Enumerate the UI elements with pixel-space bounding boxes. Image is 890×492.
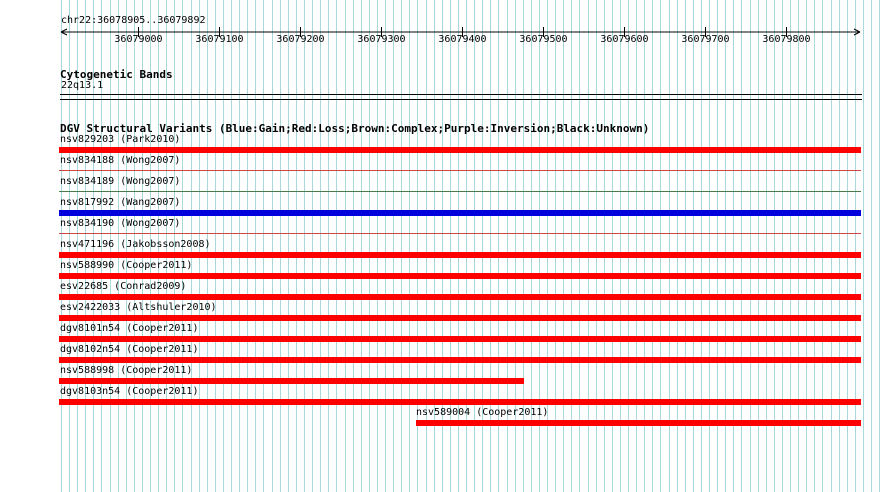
dgv-variant-bar[interactable] — [59, 315, 861, 321]
ruler-tick-label: 36079500 — [519, 34, 568, 45]
dgv-variant-bar[interactable] — [59, 399, 861, 405]
ruler-tick-label: 36079600 — [600, 34, 649, 45]
dgv-variant-label[interactable]: dgv8101n54 (Cooper2011) — [60, 323, 198, 335]
ruler-tick-label: 36079200 — [276, 34, 325, 45]
dgv-variant-bar[interactable] — [59, 294, 861, 300]
dgv-variant-bar[interactable] — [59, 378, 524, 384]
cytoband-line-bottom — [60, 99, 862, 100]
dgv-variant-bar[interactable] — [59, 336, 861, 342]
ruler-tick-label: 36079400 — [438, 34, 487, 45]
dgv-variant-bar[interactable] — [59, 273, 861, 279]
cytoband-label[interactable]: 22q13.1 — [61, 80, 103, 92]
dgv-variant-label[interactable]: dgv8102n54 (Cooper2011) — [60, 344, 198, 356]
dgv-variant-label[interactable]: nsv588998 (Cooper2011) — [60, 365, 192, 377]
dgv-variant-label[interactable]: nsv817992 (Wang2007) — [60, 197, 180, 209]
dgv-variant-label[interactable]: nsv471196 (Jakobsson2008) — [60, 239, 211, 251]
dgv-variant-label[interactable]: nsv834189 (Wong2007) — [60, 176, 180, 188]
dgv-variant-label[interactable]: nsv588990 (Cooper2011) — [60, 260, 192, 272]
ruler-tick-label: 36079000 — [114, 34, 163, 45]
dgv-variant-label[interactable]: dgv8103n54 (Cooper2011) — [60, 386, 198, 398]
genome-browser-panel: chr22:36078905..36079892 36079000 3607910… — [0, 0, 890, 492]
dgv-variant-separator — [59, 191, 861, 192]
dgv-variant-separator — [59, 170, 861, 171]
ruler-tick-label: 36079700 — [681, 34, 730, 45]
dgv-variant-label[interactable]: nsv834190 (Wong2007) — [60, 218, 180, 230]
dgv-variant-bar[interactable] — [59, 252, 861, 258]
dgv-variant-bar[interactable] — [59, 147, 861, 153]
ruler-tick-label: 36079800 — [762, 34, 811, 45]
dgv-variant-bar[interactable] — [59, 357, 861, 363]
dgv-variant-label[interactable]: esv22685 (Conrad2009) — [60, 281, 186, 293]
dgv-variant-label[interactable]: nsv829203 (Park2010) — [60, 134, 180, 146]
dgv-variant-bar[interactable] — [416, 420, 861, 426]
dgv-variant-label[interactable]: nsv589004 (Cooper2011) — [416, 407, 548, 419]
ruler-tick-label: 36079300 — [357, 34, 406, 45]
dgv-variant-separator — [59, 233, 861, 234]
cytoband-line-top — [60, 94, 862, 95]
ruler-tick-label: 36079100 — [195, 34, 244, 45]
dgv-variant-label[interactable]: esv2422033 (Altshuler2010) — [60, 302, 217, 314]
dgv-variant-bar[interactable] — [59, 210, 861, 216]
dgv-variant-label[interactable]: nsv834188 (Wong2007) — [60, 155, 180, 167]
